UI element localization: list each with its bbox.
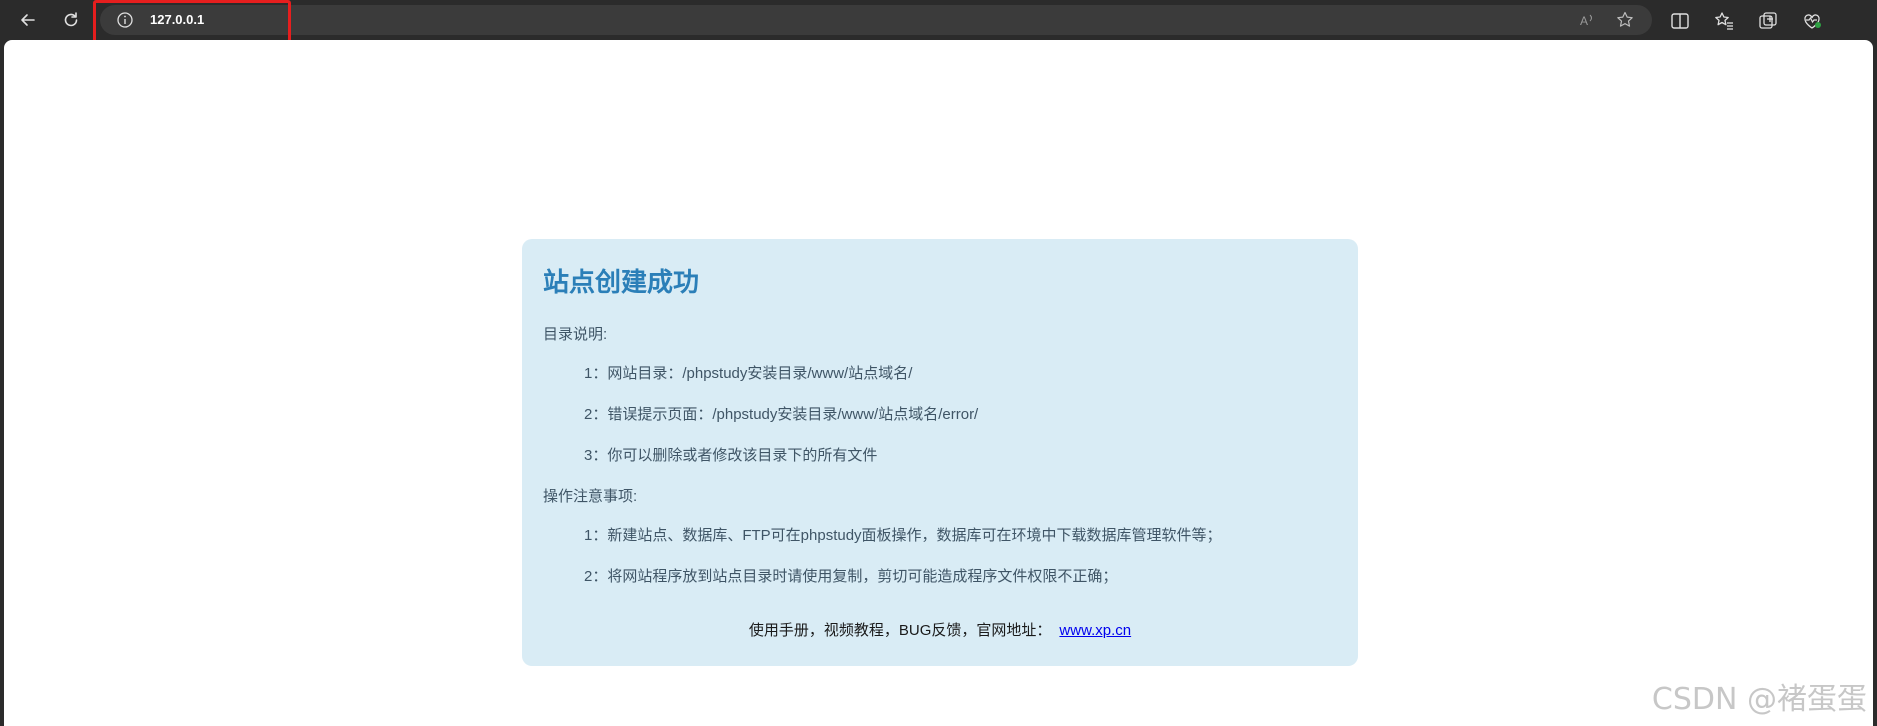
directory-item: 1：网站目录：/phpstudy安装目录/www/站点域名/ bbox=[584, 365, 913, 382]
notes-item: 1：新建站点、数据库、FTP可在phpstudy面板操作，数据库可在环境中下载数… bbox=[584, 527, 1222, 544]
footer: 使用手册，视频教程，BUG反馈，官网地址： www.xp.cn bbox=[543, 619, 1337, 640]
favorite-icon[interactable] bbox=[1615, 10, 1635, 30]
svg-text:A: A bbox=[1580, 14, 1588, 28]
success-card: 站点创建成功 目录说明: 1：网站目录：/phpstudy安装目录/www/站点… bbox=[522, 239, 1358, 666]
back-icon bbox=[21, 14, 35, 26]
page-content: 站点创建成功 目录说明: 1：网站目录：/phpstudy安装目录/www/站点… bbox=[4, 40, 1873, 726]
refresh-button[interactable] bbox=[55, 6, 87, 34]
split-screen-icon[interactable] bbox=[1669, 10, 1691, 32]
directory-item: 3：你可以删除或者修改该目录下的所有文件 bbox=[584, 447, 878, 464]
directory-item: 2：错误提示页面：/phpstudy安装目录/www/站点域名/error/ bbox=[584, 406, 979, 423]
back-button[interactable] bbox=[12, 6, 44, 34]
refresh-icon bbox=[64, 12, 78, 27]
browser-toolbar: 127.0.0.1 A bbox=[0, 0, 1877, 43]
read-aloud-icon[interactable]: A bbox=[1578, 10, 1598, 30]
address-bar[interactable]: 127.0.0.1 A bbox=[100, 5, 1652, 35]
official-site-link[interactable]: www.xp.cn bbox=[1059, 622, 1131, 639]
notes-item: 2：将网站程序放到站点目录时请使用复制，剪切可能造成程序文件权限不正确； bbox=[584, 568, 1118, 585]
watermark: CSDN @褚蛋蛋 bbox=[1651, 682, 1867, 717]
browser-essentials-icon[interactable] bbox=[1801, 10, 1823, 32]
favorites-icon[interactable] bbox=[1713, 10, 1735, 32]
footer-text: 使用手册，视频教程，BUG反馈，官网地址： bbox=[748, 622, 1052, 639]
directory-label: 目录说明: bbox=[543, 326, 608, 343]
collections-icon[interactable] bbox=[1757, 10, 1779, 32]
url-highlight-box bbox=[93, 0, 291, 43]
notes-label: 操作注意事项: bbox=[543, 488, 638, 505]
page-title: 站点创建成功 bbox=[543, 267, 700, 297]
